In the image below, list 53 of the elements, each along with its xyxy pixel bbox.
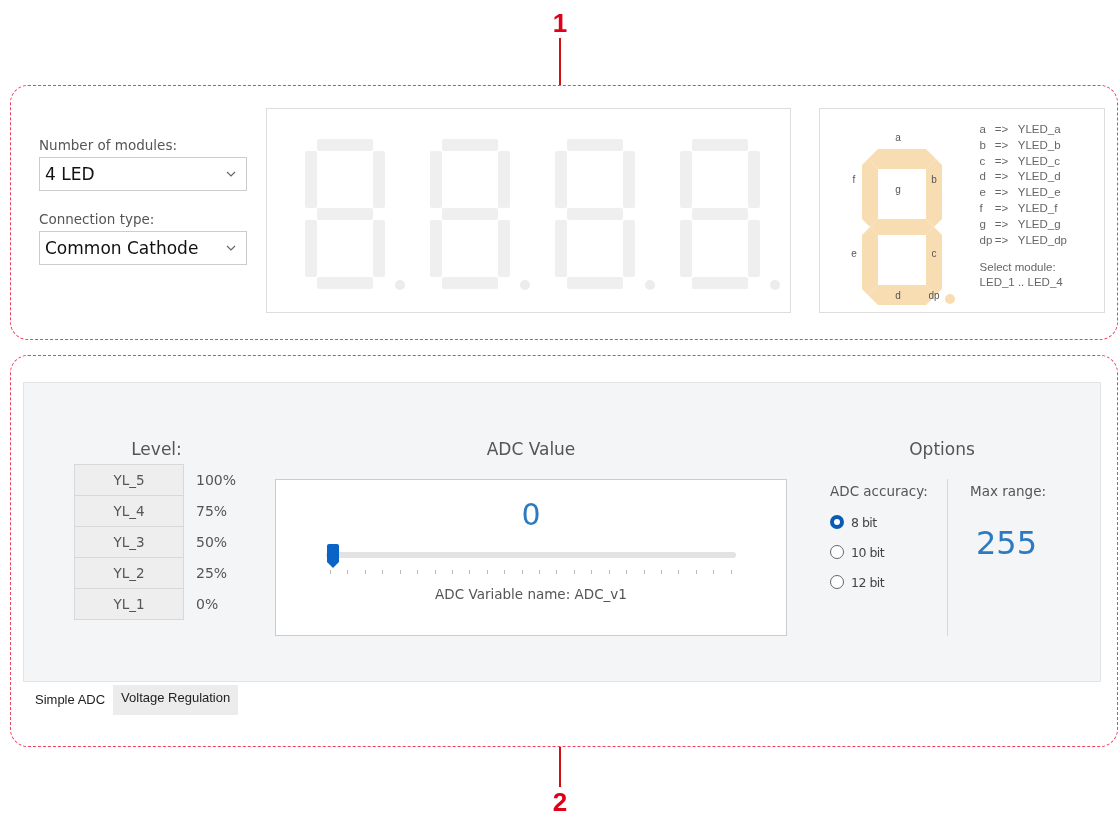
level-cell: YL_5 bbox=[74, 464, 184, 496]
radio-option[interactable]: 12 bit bbox=[830, 571, 945, 593]
mapping-line: dp => YLED_dp bbox=[979, 232, 1067, 248]
radio-button[interactable] bbox=[830, 545, 844, 559]
section-title: Options bbox=[908, 439, 976, 461]
segment-label: c bbox=[931, 248, 937, 259]
section-title: ADC Value bbox=[485, 439, 577, 461]
chevron-icon bbox=[225, 171, 236, 177]
radio-option[interactable]: 10 bit bbox=[830, 541, 945, 563]
slider-thumb[interactable] bbox=[326, 544, 340, 568]
segment-label: b bbox=[930, 174, 937, 185]
mapping-line: a => YLED_a bbox=[979, 122, 1062, 137]
level-cell: YL_1 bbox=[74, 588, 184, 620]
callout-number: 1 bbox=[552, 8, 568, 38]
modules-dropdown[interactable]: 4 LED bbox=[39, 157, 247, 191]
radio-option[interactable]: 8 bit bbox=[830, 511, 945, 533]
percent-label: 25% bbox=[196, 565, 228, 581]
percent-label: 75% bbox=[196, 503, 228, 519]
max-range-value: 255 bbox=[975, 524, 1039, 562]
level-cell: YL_2 bbox=[74, 557, 184, 589]
connection-dropdown[interactable]: Common Cathode bbox=[39, 231, 247, 265]
segment-label: e bbox=[850, 248, 857, 259]
option-label: Max range: bbox=[970, 483, 1046, 499]
mapping-line: b => YLED_b bbox=[979, 137, 1062, 153]
adc-value: 0 bbox=[521, 498, 541, 532]
option-label: ADC accuracy: bbox=[830, 483, 929, 499]
level-cell: YL_3 bbox=[74, 526, 184, 558]
section-title: Level: bbox=[130, 439, 183, 461]
chevron-icon bbox=[225, 245, 236, 251]
segment-label: g bbox=[894, 184, 901, 195]
mapping-line: g => YLED_g bbox=[979, 216, 1062, 232]
level-cell: YL_4 bbox=[74, 495, 184, 527]
segment-label: d bbox=[894, 290, 901, 301]
mapping-line: e => YLED_e bbox=[979, 185, 1062, 201]
variable-name: ADC Variable name: ADC_v1 bbox=[435, 586, 627, 602]
adc-slider[interactable] bbox=[326, 542, 736, 574]
note-text: Select module: bbox=[979, 260, 1057, 276]
radio-button[interactable] bbox=[830, 515, 844, 529]
note-text: LED_1 .. LED_4 bbox=[979, 275, 1064, 291]
segment-label: a bbox=[894, 132, 901, 143]
field-label: Number of modules: bbox=[39, 137, 178, 153]
callout-number: 2 bbox=[552, 787, 568, 817]
mapping-line: d => YLED_d bbox=[979, 169, 1062, 185]
segment-label: dp bbox=[928, 290, 940, 301]
field-label: Connection type: bbox=[39, 211, 156, 227]
tab[interactable]: Voltage Regulation bbox=[113, 685, 239, 715]
percent-label: 100% bbox=[196, 472, 237, 488]
percent-label: 0% bbox=[196, 596, 219, 612]
segment-label: f bbox=[852, 174, 855, 185]
mapping-line: c => YLED_c bbox=[979, 153, 1061, 169]
percent-label: 50% bbox=[196, 534, 228, 550]
radio-button[interactable] bbox=[830, 575, 844, 589]
mapping-line: f => YLED_f bbox=[979, 201, 1059, 216]
